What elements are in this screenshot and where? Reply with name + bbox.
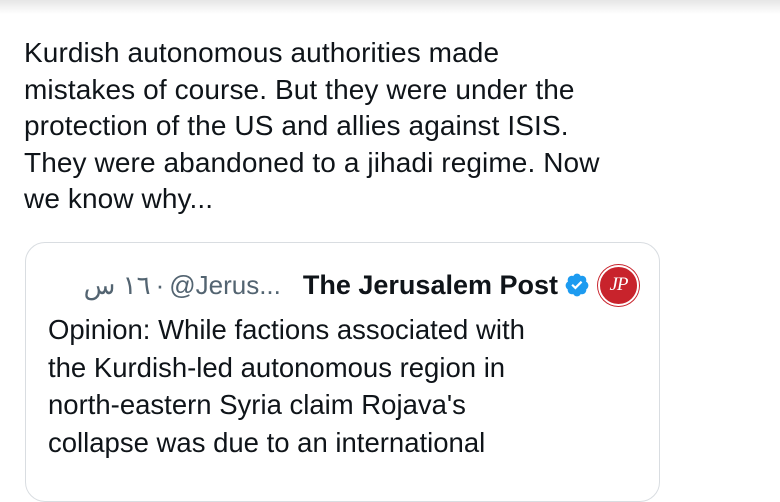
avatar[interactable]: JP bbox=[598, 264, 639, 306]
verified-badge-icon bbox=[564, 272, 590, 298]
timestamp[interactable]: ١٦ س bbox=[84, 270, 151, 301]
quoted-tweet-meta: ١٦ س · @Jerus... bbox=[84, 270, 281, 301]
tweet-text: Kurdish autonomous authorities made mist… bbox=[24, 37, 600, 214]
quoted-tweet-header: ١٦ س · @Jerus... The Jerusalem Post JP bbox=[26, 264, 639, 306]
quoted-tweet-card[interactable]: ١٦ س · @Jerus... The Jerusalem Post JP O… bbox=[25, 242, 660, 502]
top-edge-shadow bbox=[0, 0, 780, 14]
display-name[interactable]: The Jerusalem Post bbox=[303, 270, 558, 301]
separator-dot: · bbox=[155, 269, 165, 300]
quoted-tweet-text: Opinion: While factions associated with … bbox=[48, 314, 525, 458]
handle[interactable]: @Jerus... bbox=[169, 270, 281, 301]
